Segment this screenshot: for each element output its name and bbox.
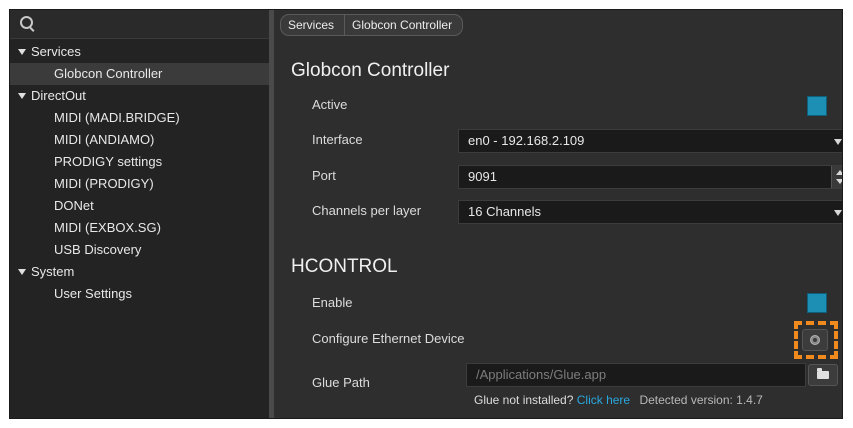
breadcrumb: Services Globcon Controller [280, 14, 464, 36]
sidebar-group-system[interactable]: System [10, 261, 269, 283]
glue-status-note: Glue not installed? Click here Detected … [474, 393, 763, 407]
chevron-down-icon[interactable] [834, 210, 842, 216]
caret-down-icon[interactable] [18, 268, 26, 275]
enable-label: Enable [312, 295, 353, 310]
enable-checkbox[interactable] [807, 293, 827, 313]
sidebar-item-midi-madi-bridge[interactable]: MIDI (MADI.BRIDGE) [10, 107, 269, 129]
stepper-down-icon[interactable] [836, 179, 842, 184]
glue-path-label: Glue Path [312, 375, 370, 390]
detected-version-text: Detected version: 1.4.7 [639, 393, 763, 407]
active-label: Active [312, 97, 348, 112]
browse-folder-button[interactable] [808, 364, 838, 386]
sidebar-item-prodigy-settings[interactable]: PRODIGY settings [10, 151, 269, 173]
sidebar-item-user-settings[interactable]: User Settings [10, 283, 269, 305]
stepper-up-icon[interactable] [836, 170, 842, 175]
sidebar-item-globcon-controller[interactable]: Globcon Controller [10, 63, 269, 85]
channels-select[interactable]: 16 Channels [458, 200, 842, 224]
caret-down-icon[interactable] [18, 92, 26, 99]
configure-ethernet-label: Configure Ethernet Device [312, 331, 465, 346]
active-checkbox[interactable] [807, 96, 827, 116]
app-window: Services Globcon Controller DirectOut MI… [9, 9, 843, 419]
sidebar-group-services[interactable]: Services [10, 41, 269, 63]
sidebar-item-donet[interactable]: DONet [10, 195, 269, 217]
folder-icon[interactable] [817, 368, 829, 379]
click-here-link[interactable]: Click here [577, 393, 630, 407]
sidebar-group-directout[interactable]: DirectOut [10, 85, 269, 107]
gear-icon[interactable] [810, 335, 820, 345]
section-title-hcontrol: HCONTROL [291, 256, 398, 277]
sidebar-tree: Services Globcon Controller DirectOut MI… [10, 41, 269, 305]
channels-label: Channels per layer [312, 203, 422, 218]
main-panel: Services Globcon Controller Globcon Cont… [274, 10, 842, 418]
port-input[interactable]: 9091 [458, 165, 842, 189]
interface-label: Interface [312, 132, 363, 147]
sidebar-item-midi-exbox-sg[interactable]: MIDI (EXBOX.SG) [10, 217, 269, 239]
glue-path-input[interactable]: /Applications/Glue.app [466, 363, 806, 387]
section-title-globcon: Globcon Controller [291, 60, 450, 81]
sidebar-item-midi-prodigy[interactable]: MIDI (PRODIGY) [10, 173, 269, 195]
breadcrumb-services[interactable]: Services [280, 14, 346, 36]
sidebar-item-usb-discovery[interactable]: USB Discovery [10, 239, 269, 261]
chevron-down-icon[interactable] [834, 139, 842, 145]
sidebar: Services Globcon Controller DirectOut MI… [10, 10, 269, 418]
port-label: Port [312, 168, 336, 183]
interface-select[interactable]: en0 - 192.168.2.109 [458, 129, 842, 153]
search-icon[interactable] [20, 16, 33, 29]
configure-ethernet-button[interactable] [802, 329, 828, 351]
caret-down-icon[interactable] [18, 48, 26, 55]
sidebar-item-midi-andiamo[interactable]: MIDI (ANDIAMO) [10, 129, 269, 151]
breadcrumb-globcon-controller[interactable]: Globcon Controller [344, 14, 464, 36]
sidebar-search[interactable] [10, 10, 269, 39]
stepper-arrows-icon[interactable] [831, 166, 842, 188]
